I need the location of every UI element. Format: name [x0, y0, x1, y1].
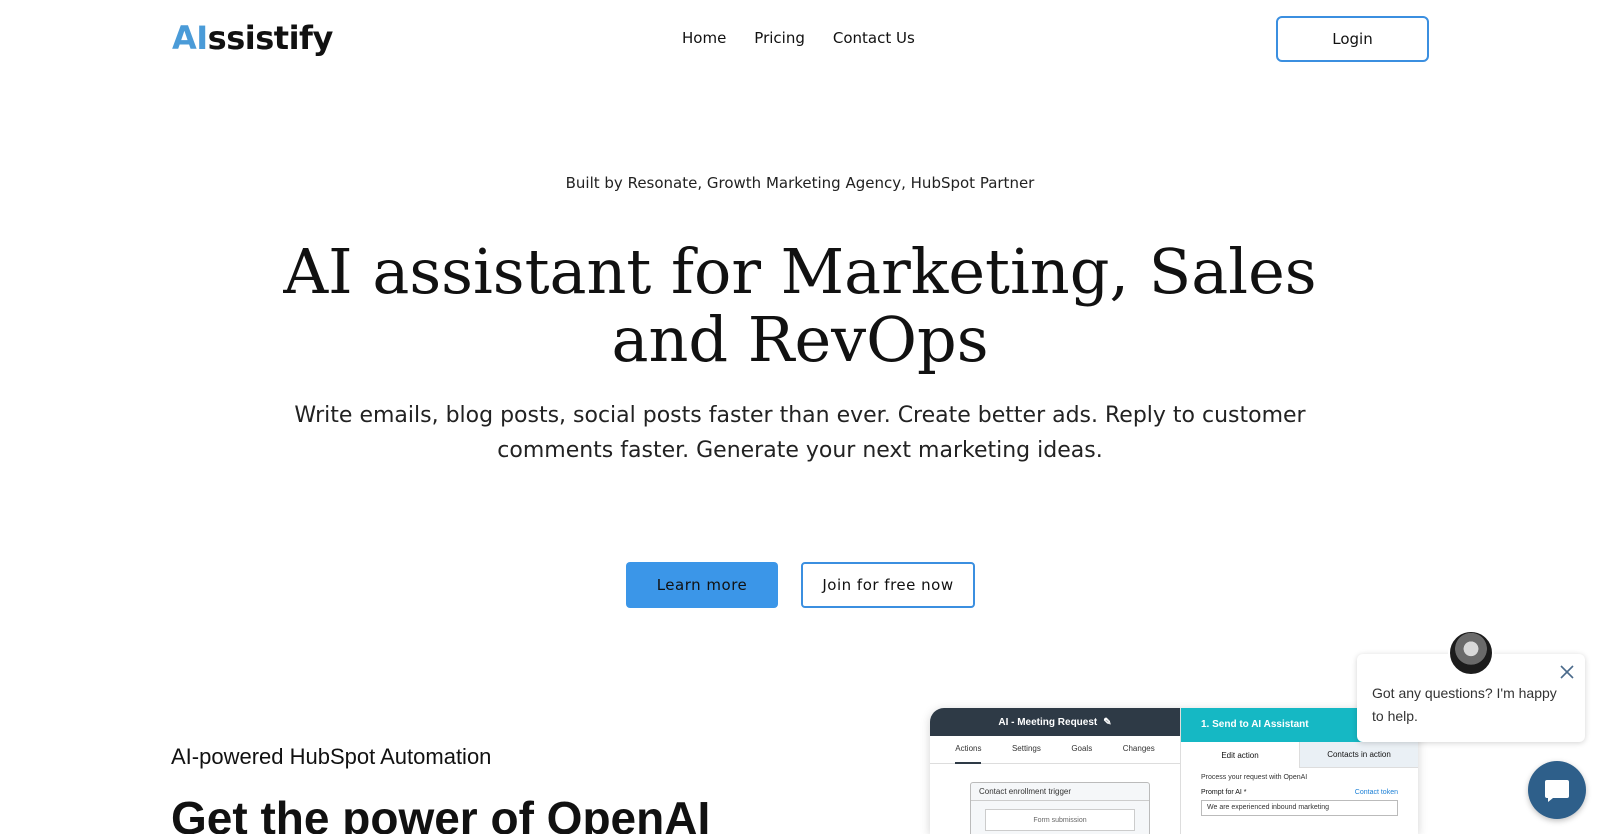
hero-eyebrow: Built by Resonate, Growth Marketing Agen… [565, 174, 1035, 192]
trigger-inner: Form submission [985, 809, 1135, 831]
hero-title-line-1: AI assistant for Marketing, Sales [283, 235, 1317, 308]
section-eyebrow: AI-powered HubSpot Automation [171, 744, 492, 769]
workflow-tab-settings: Settings [1011, 744, 1041, 753]
workflow-tab-changes: Changes [1122, 744, 1155, 753]
chat-icon [1545, 780, 1569, 802]
nav-home-link[interactable]: Home [682, 28, 726, 48]
section-title: Get the power of OpenAI [171, 792, 711, 834]
prompt-label: Prompt for AI * [1201, 789, 1247, 796]
workflow-tab-actions: Actions [955, 744, 982, 764]
hero-title: AI assistant for Marketing, Sales and Re… [260, 238, 1340, 374]
join-free-button[interactable]: Join for free now [801, 562, 975, 608]
hero-subtitle-line-2: comments faster. Generate your next mark… [497, 438, 1103, 463]
brand-logo[interactable]: AIssistify [172, 18, 333, 58]
logo-ai-text: AI [172, 19, 208, 57]
hero-title-line-2: and RevOps [611, 303, 989, 376]
nav-pricing-link[interactable]: Pricing [754, 28, 805, 48]
prompt-row: Prompt for AI * Contact token [1181, 781, 1418, 796]
hero-subtitle-line-1: Write emails, blog posts, social posts f… [294, 403, 1306, 428]
workflow-tab-goals: Goals [1071, 744, 1093, 753]
logo-rest-text: ssistify [207, 19, 334, 57]
chat-agent-avatar [1448, 630, 1494, 676]
action-tabs: Edit action Contacts in action [1181, 742, 1418, 768]
workflow-tabs: Actions Settings Goals Changes [930, 736, 1180, 764]
nav-contact-link[interactable]: Contact Us [833, 28, 915, 48]
learn-more-button[interactable]: Learn more [626, 562, 778, 608]
product-screenshot: AI - Meeting Request ✎ Actions Settings … [930, 708, 1418, 834]
close-icon[interactable] [1559, 664, 1575, 680]
workflow-header: AI - Meeting Request ✎ [930, 708, 1180, 736]
action-tab-contacts: Contacts in action [1299, 742, 1418, 768]
contact-token-label: Contact token [1354, 789, 1398, 796]
chat-message: Got any questions? I'm happy to help. [1372, 685, 1557, 724]
chat-launcher-button[interactable] [1528, 761, 1586, 819]
pencil-icon: ✎ [1103, 716, 1112, 728]
workflow-panel: AI - Meeting Request ✎ Actions Settings … [930, 708, 1180, 834]
process-text: Process your request with OpenAI [1201, 774, 1308, 781]
trigger-label: Contact enrollment trigger [971, 783, 1149, 801]
hero-subtitle: Write emails, blog posts, social posts f… [270, 398, 1330, 468]
prompt-input-preview: We are experienced inbound marketing [1201, 800, 1398, 816]
action-tab-edit: Edit action [1181, 742, 1299, 768]
site-header: AIssistify Home Pricing Contact Us Login [0, 0, 1600, 78]
enrollment-trigger-card: Contact enrollment trigger Form submissi… [970, 782, 1150, 834]
main-nav: Home Pricing Contact Us [682, 28, 915, 48]
workflow-title: AI - Meeting Request [998, 716, 1098, 728]
login-button[interactable]: Login [1276, 16, 1429, 62]
